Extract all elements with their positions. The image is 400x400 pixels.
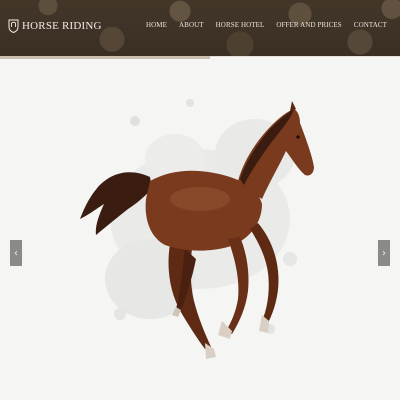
- site-header: HORSE RIDING HOME ABOUT HORSE HOTEL OFFE…: [0, 0, 400, 56]
- main-nav: HOME ABOUT HORSE HOTEL OFFER AND PRICES …: [146, 21, 387, 29]
- slider-prev-button[interactable]: ‹: [10, 240, 22, 266]
- horseshoe-shield-icon: [8, 19, 19, 33]
- nav-horse-hotel[interactable]: HORSE HOTEL: [216, 21, 265, 29]
- horse-image: [80, 99, 314, 359]
- chevron-left-icon: ‹: [14, 247, 18, 259]
- hero-slider[interactable]: ‹ ›: [0, 59, 400, 400]
- brand-name: HORSE RIDING: [22, 20, 102, 32]
- header-divider: [210, 56, 400, 57]
- nav-about[interactable]: ABOUT: [179, 21, 204, 29]
- chevron-right-icon: ›: [382, 247, 386, 259]
- nav-home[interactable]: HOME: [146, 21, 167, 29]
- nav-contact[interactable]: CONTACT: [354, 21, 387, 29]
- nav-offer-and-prices[interactable]: OFFER AND PRICES: [276, 21, 341, 29]
- brand-logo-link[interactable]: HORSE RIDING: [8, 19, 102, 33]
- slider-next-button[interactable]: ›: [378, 240, 390, 266]
